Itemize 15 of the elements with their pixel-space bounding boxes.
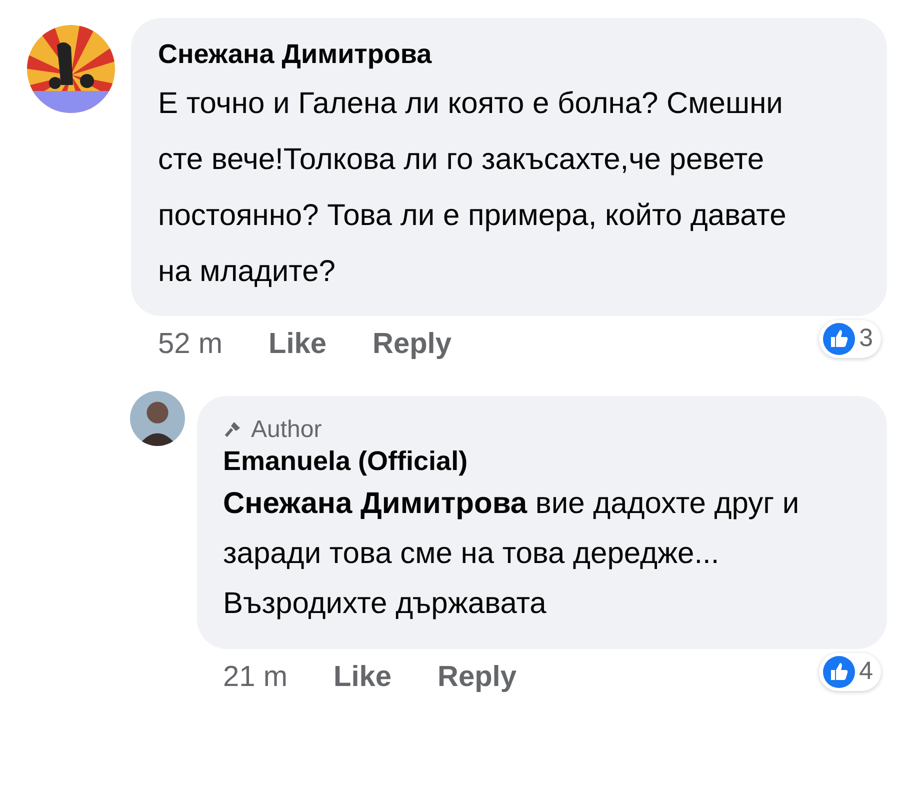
reaction-count[interactable]: 3	[819, 320, 881, 358]
comment-time[interactable]: 52 m	[158, 328, 222, 361]
commenter-name[interactable]: Emanuela (Official)	[223, 444, 861, 479]
comment-text: Снежана Димитрова вие дадохте друг и заради това сме на това дередже... Възродихте държавата	[223, 486, 800, 622]
comment-action[interactable]: Reply	[372, 328, 452, 361]
commenter-name[interactable]: Снежана Димитрова	[158, 38, 847, 72]
comment-action[interactable]: Like	[333, 660, 392, 694]
comment-time[interactable]: 21 m	[223, 660, 288, 694]
badge-label: Author	[251, 414, 322, 445]
comment-text: Е точно и Галена ли която е болна? Смешни сте вече!Толкова ли го закъсахте,че ревете постоянно? Това ли е примера, който давате на младите?	[158, 86, 788, 290]
like-icon	[823, 656, 856, 688]
like-icon	[823, 322, 856, 355]
reaction-count[interactable]: 4	[819, 652, 881, 691]
comment-action[interactable]: Reply	[438, 660, 516, 694]
comment-action[interactable]: Like	[268, 328, 327, 361]
